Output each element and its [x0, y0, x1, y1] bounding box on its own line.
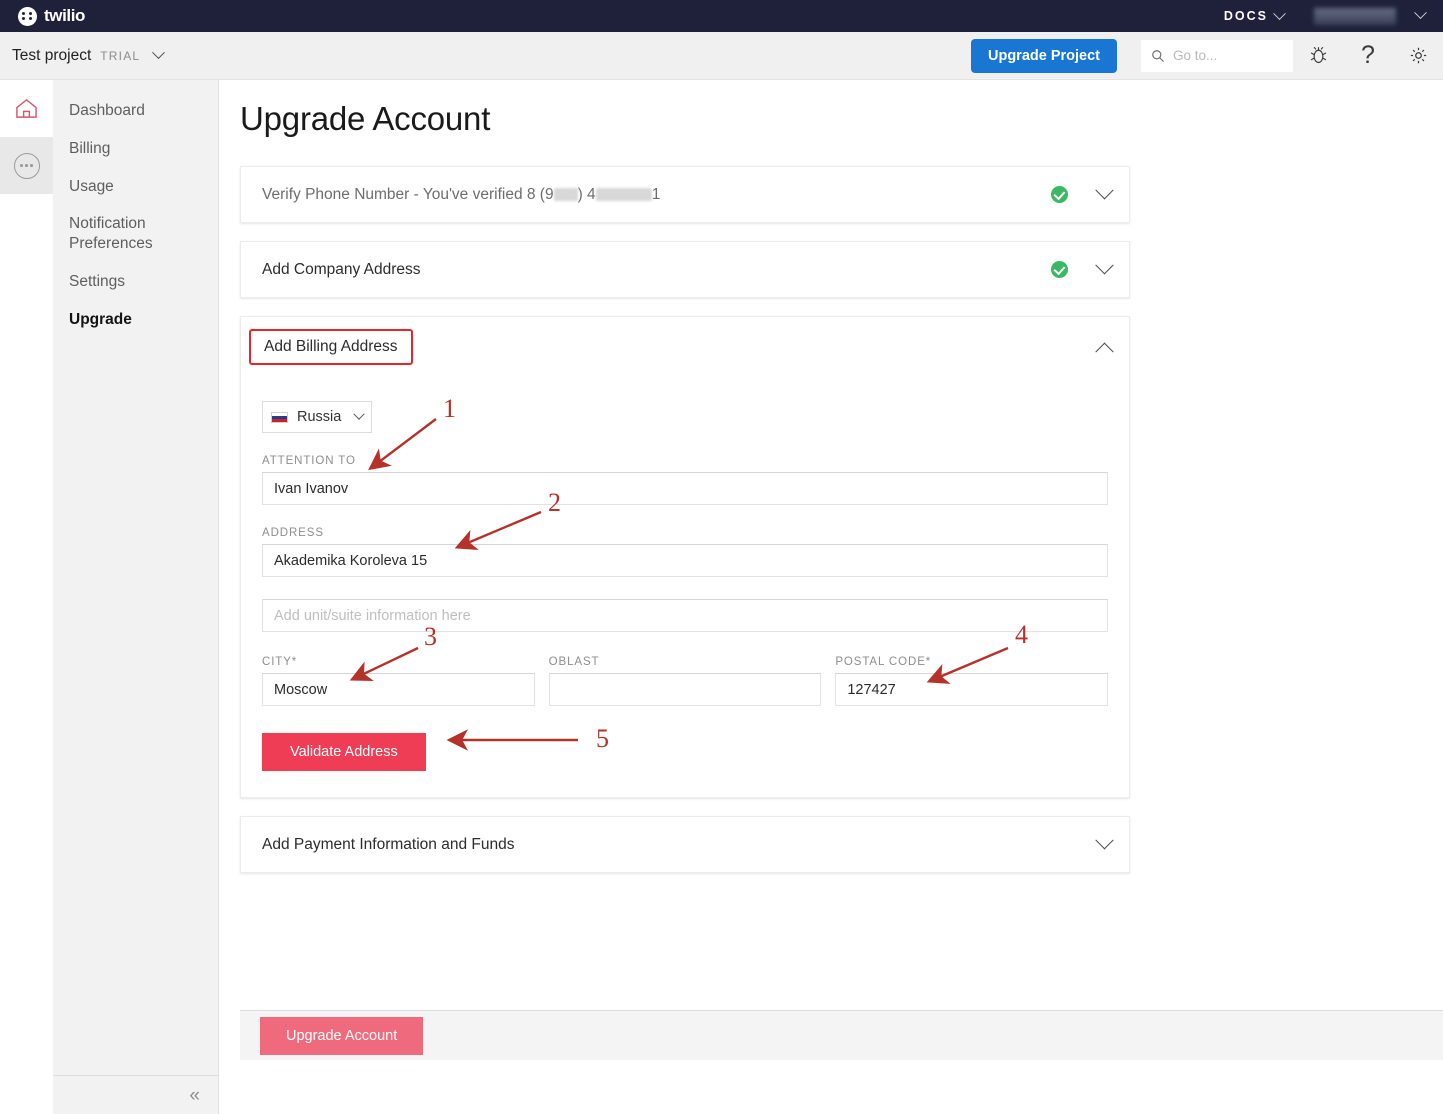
chevron-down-icon: [353, 408, 365, 420]
chevron-down-icon[interactable]: [1095, 831, 1114, 850]
section-verify-phone-title: Verify Phone Number - You've verified 8 …: [262, 186, 660, 204]
sidebar-item-dashboard[interactable]: Dashboard: [53, 92, 218, 130]
chevron-down-icon: [1414, 6, 1427, 20]
main-content: Upgrade Account Verify Phone Number - Yo…: [220, 80, 1443, 1114]
flag-russia-icon: [271, 411, 288, 423]
footer-action-bar: Upgrade Account: [240, 1010, 1443, 1060]
status-badge-complete: [1051, 261, 1068, 278]
upgrade-account-button[interactable]: Upgrade Account: [260, 1016, 424, 1055]
upgrade-project-button[interactable]: Upgrade Project: [971, 38, 1117, 73]
city-input[interactable]: [262, 673, 535, 706]
section-payment-info-header[interactable]: Add Payment Information and Funds: [241, 817, 1129, 872]
section-company-address-header[interactable]: Add Company Address: [241, 242, 1129, 297]
chevron-up-icon[interactable]: [1095, 342, 1114, 361]
city-field: CITY*: [262, 656, 535, 706]
settings-button[interactable]: [1393, 32, 1443, 80]
project-bar: Test project TRIAL Upgrade Project Go to…: [0, 32, 1443, 80]
address-input[interactable]: [262, 544, 1108, 577]
section-payment-info: Add Payment Information and Funds: [240, 816, 1130, 873]
address-label: ADDRESS: [262, 527, 324, 539]
postal-code-label: POSTAL CODE*: [835, 656, 932, 668]
verify-phone-text-suffix: 1: [651, 185, 661, 203]
section-billing-address: Add Billing Address Russia ATTENTION TO …: [240, 316, 1130, 798]
chevron-down-icon[interactable]: [1095, 256, 1114, 275]
twilio-logo[interactable]: twilio: [18, 6, 85, 26]
verify-phone-text-mid: ) 4: [577, 185, 596, 203]
search-icon: [1152, 49, 1165, 62]
unit-suite-input[interactable]: [262, 599, 1108, 632]
section-verify-phone: Verify Phone Number - You've verified 8 …: [240, 166, 1130, 223]
city-label: CITY*: [262, 656, 298, 668]
chevron-down-icon: [1273, 6, 1286, 20]
oblast-label: OBLAST: [548, 656, 600, 668]
search-input[interactable]: [1173, 48, 1273, 63]
docs-menu[interactable]: DOCS: [1223, 6, 1286, 23]
validate-address-button[interactable]: Validate Address: [262, 733, 426, 771]
country-select[interactable]: Russia: [262, 401, 372, 433]
billing-address-form: Russia ATTENTION TO ADDRESS CITY*: [241, 377, 1129, 797]
account-name-redacted[interactable]: [1314, 7, 1396, 25]
bug-report-button[interactable]: [1293, 32, 1343, 80]
sidebar-collapse-button[interactable]: «: [53, 1075, 219, 1114]
attention-to-field: ATTENTION TO: [262, 455, 1108, 505]
rail-item-home[interactable]: [0, 80, 53, 137]
section-verify-phone-header[interactable]: Verify Phone Number - You've verified 8 …: [241, 167, 1129, 222]
sidebar-nav: Dashboard Billing Usage Notification Pre…: [53, 80, 219, 1075]
help-icon: ?: [1361, 41, 1375, 69]
help-button[interactable]: ?: [1343, 32, 1393, 80]
attention-to-label: ATTENTION TO: [262, 455, 356, 467]
home-icon: [16, 98, 37, 118]
sidebar-item-billing[interactable]: Billing: [53, 130, 218, 168]
country-select-value: Russia: [297, 409, 342, 425]
gear-icon: [1410, 47, 1426, 64]
oblast-field: OBLAST: [548, 656, 822, 706]
section-payment-info-title: Add Payment Information and Funds: [262, 835, 515, 853]
address-field: ADDRESS: [262, 527, 1108, 577]
sidebar-item-settings[interactable]: Settings: [53, 263, 218, 301]
account-menu[interactable]: [1414, 6, 1427, 25]
top-navigation-bar: twilio DOCS: [0, 0, 1443, 32]
plan-badge: TRIAL: [100, 48, 141, 63]
section-company-address: Add Company Address: [240, 241, 1130, 298]
sidebar-item-upgrade[interactable]: Upgrade: [53, 301, 218, 339]
status-badge-complete: [1051, 186, 1068, 203]
search-box[interactable]: [1141, 39, 1293, 72]
postal-code-field: POSTAL CODE*: [835, 656, 1109, 706]
oblast-input[interactable]: [548, 673, 822, 706]
verify-phone-text-prefix: Verify Phone Number - You've verified 8 …: [262, 185, 554, 203]
twilio-logo-text: twilio: [44, 6, 86, 25]
icon-rail: [0, 80, 53, 1114]
attention-to-input[interactable]: [262, 472, 1108, 505]
sidebar-item-notification-preferences[interactable]: Notification Preferences: [53, 205, 178, 263]
postal-code-input[interactable]: [835, 673, 1109, 706]
docs-label: DOCS: [1223, 9, 1268, 23]
unit-field: [262, 599, 1108, 632]
sidebar-item-usage[interactable]: Usage: [53, 168, 218, 206]
page-title: Upgrade Account: [240, 100, 491, 137]
project-name: Test project: [12, 46, 92, 64]
more-icon: [13, 152, 40, 179]
section-billing-address-header[interactable]: Add Billing Address: [241, 317, 1129, 377]
chevron-down-icon[interactable]: [1095, 181, 1114, 200]
section-billing-address-title: Add Billing Address: [249, 329, 413, 365]
phone-redaction-2: [595, 187, 652, 201]
double-chevron-left-icon: «: [189, 1084, 200, 1106]
phone-redaction-1: [553, 187, 578, 201]
project-switcher-chevron-down-icon[interactable]: [152, 46, 166, 60]
section-company-address-title: Add Company Address: [262, 260, 421, 278]
rail-item-more[interactable]: [0, 137, 53, 194]
city-region-postal-row: CITY* OBLAST POSTAL CODE*: [262, 656, 1109, 706]
bug-icon: [1310, 46, 1326, 64]
twilio-logo-icon: [18, 6, 37, 26]
